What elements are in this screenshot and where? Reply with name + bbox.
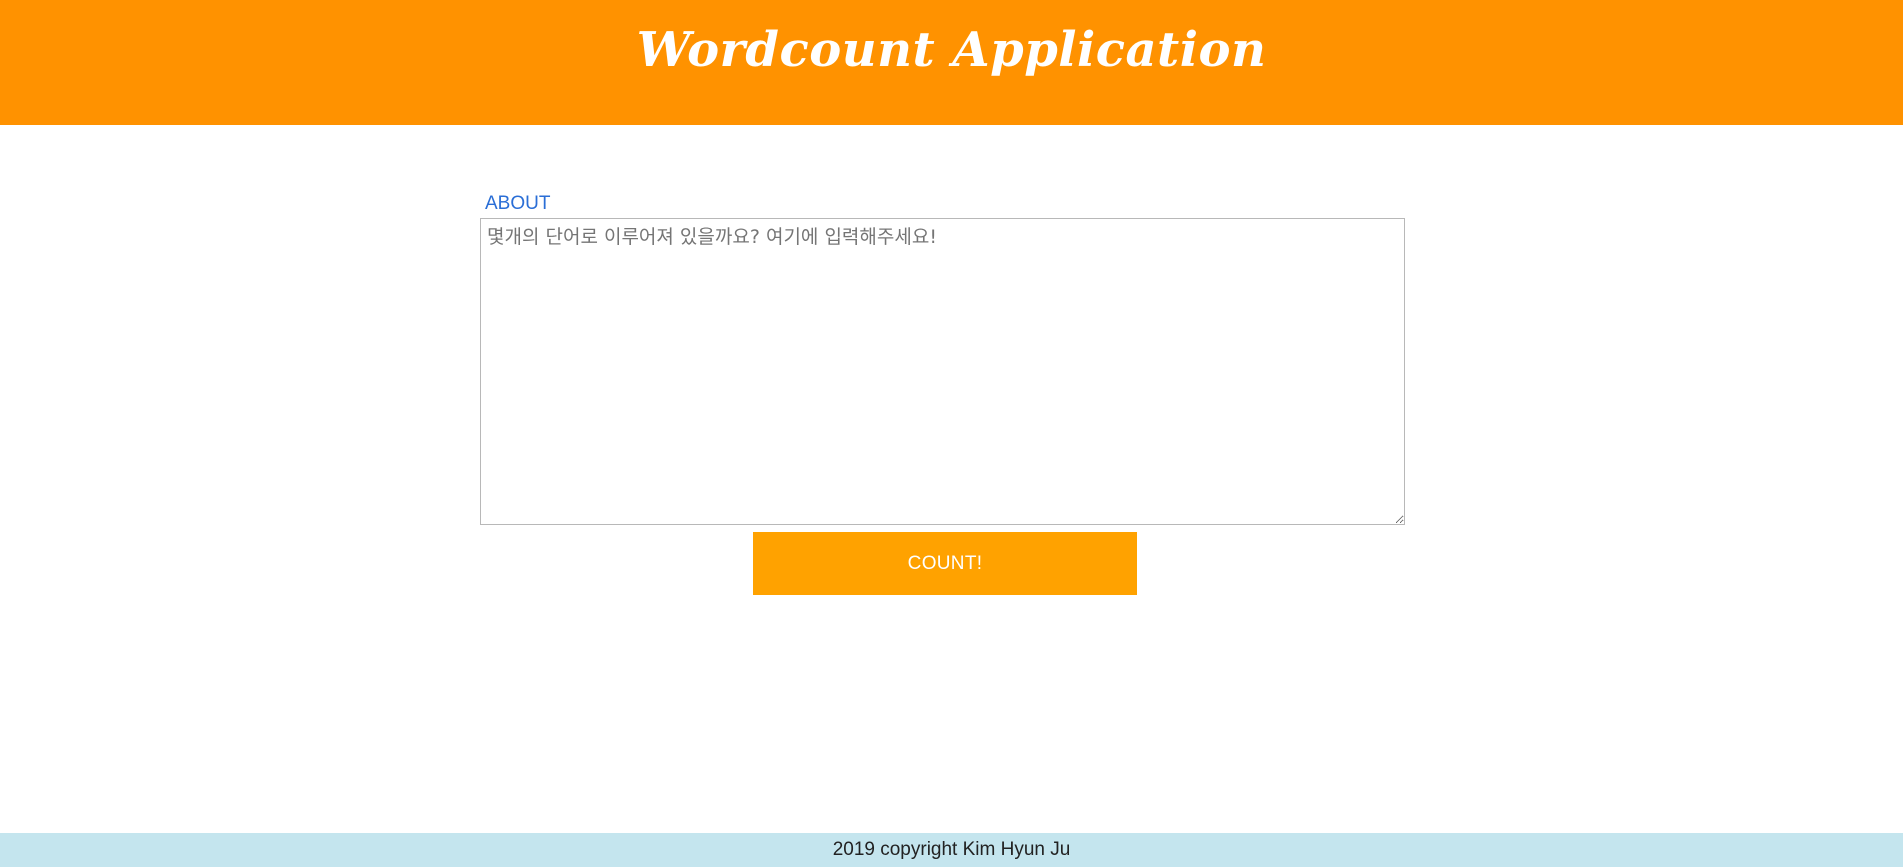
header-bar: Wordcount Application — [0, 0, 1903, 125]
app-title: Wordcount Application — [636, 22, 1267, 78]
footer-bar: 2019 copyright Kim Hyun Ju — [0, 833, 1903, 867]
count-button[interactable]: COUNT! — [753, 532, 1137, 595]
app-root: Wordcount Application ABOUT COUNT! 2019 … — [0, 0, 1903, 867]
about-textarea[interactable] — [480, 218, 1405, 525]
about-label: ABOUT — [485, 193, 551, 214]
copyright-text: 2019 copyright Kim Hyun Ju — [832, 839, 1071, 860]
